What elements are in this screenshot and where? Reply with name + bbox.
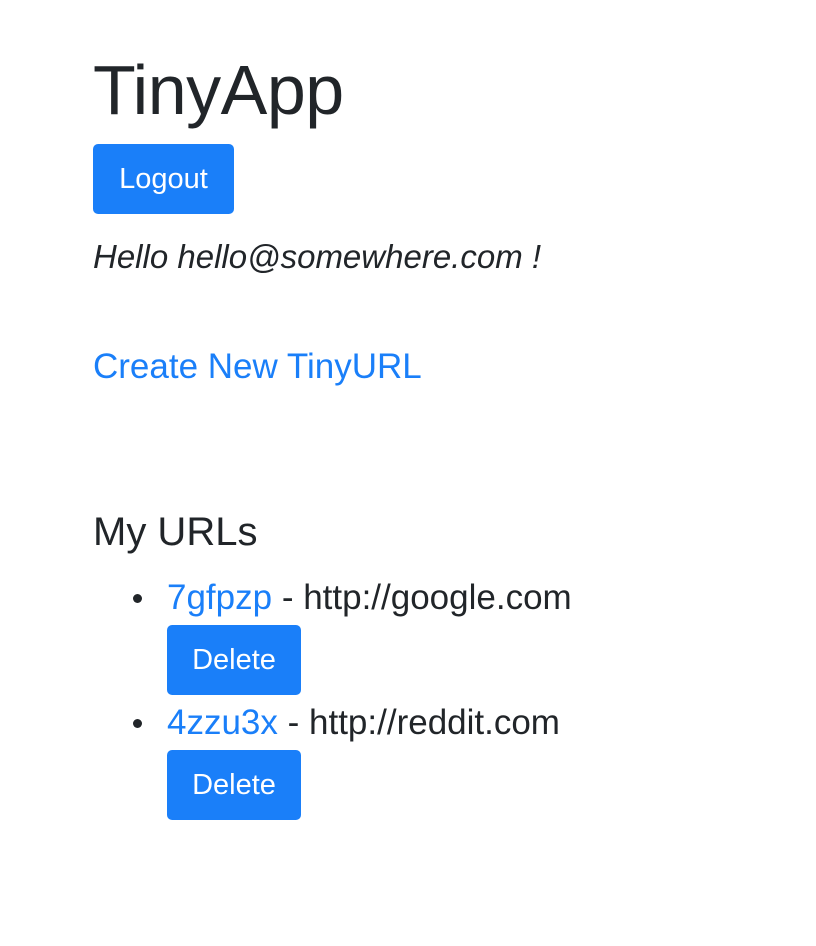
bullet-icon: [133, 719, 142, 728]
url-separator: -: [277, 703, 310, 742]
bullet-icon: [133, 594, 142, 603]
logout-button[interactable]: Logout: [93, 144, 234, 214]
delete-button[interactable]: Delete: [167, 750, 301, 820]
create-new-tinyurl-link[interactable]: Create New TinyURL: [93, 345, 422, 389]
long-url-text: http://reddit.com: [309, 703, 560, 742]
short-url-link[interactable]: 4zzu3x: [167, 703, 278, 742]
url-entry: 4zzu3x - http://reddit.com: [167, 700, 572, 746]
long-url-text: http://google.com: [303, 578, 572, 617]
my-urls-heading: My URLs: [93, 510, 258, 554]
greeting-text: Hello hello@somewhere.com !: [93, 238, 542, 275]
delete-button[interactable]: Delete: [167, 625, 301, 695]
url-separator: -: [272, 578, 304, 617]
url-entry: 7gfpzp - http://google.com: [167, 575, 572, 621]
app-title: TinyApp: [93, 51, 344, 129]
url-list-item: 7gfpzp - http://google.com Delete: [93, 575, 572, 700]
url-list: 7gfpzp - http://google.com Delete 4zzu3x…: [93, 575, 572, 825]
url-list-item: 4zzu3x - http://reddit.com Delete: [93, 700, 572, 825]
short-url-link[interactable]: 7gfpzp: [167, 578, 272, 617]
